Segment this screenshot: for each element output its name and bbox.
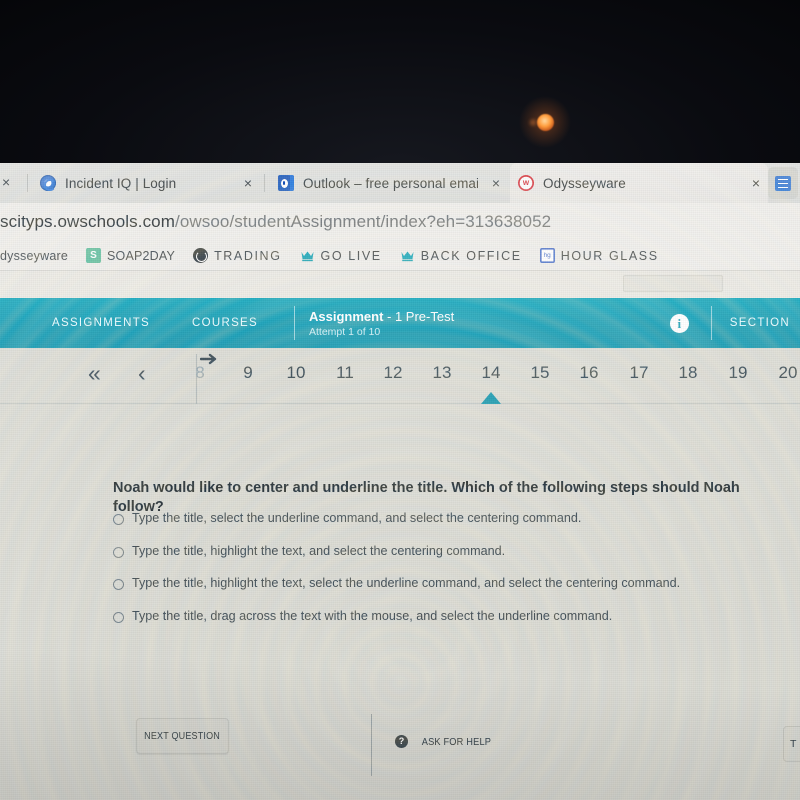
browser-tab-strip: × Incident IQ | Login × Outlook – free p… [0, 163, 800, 203]
photographed-screen: × Incident IQ | Login × Outlook – free p… [0, 0, 800, 800]
footer-divider [371, 714, 372, 776]
pager-number-13[interactable]: 13 [427, 363, 457, 383]
odysseyware-icon [518, 175, 534, 191]
assignment-title-suffix: - 1 Pre-Test [383, 308, 455, 324]
pager-number-16[interactable]: 16 [574, 363, 604, 383]
tab-title: Incident IQ | Login [65, 175, 177, 191]
tab-list-button[interactable] [768, 167, 798, 199]
nav-assignments[interactable]: ASSIGNMENTS [0, 317, 164, 329]
tab-close-partial[interactable]: × [2, 174, 10, 192]
incident-iq-icon [40, 175, 56, 191]
question-pager: « ‹ 8 9 10 11 12 13 14 15 16 17 18 19 20 [0, 348, 800, 404]
answer-option-1[interactable]: Type the title, select the underline com… [113, 511, 773, 527]
question-mark-icon [395, 735, 408, 748]
pager-bottom-rule [0, 403, 800, 404]
globe-icon [193, 248, 209, 263]
browser-tab-odysseyware[interactable]: Odysseyware × [510, 163, 768, 203]
pager-prev-button[interactable]: ‹ [138, 362, 146, 385]
radio-button[interactable] [113, 546, 124, 558]
assignment-title-main: Assignment [309, 308, 384, 324]
assignment-info: Assignment - 1 Pre-Test Attempt 1 of 10 [295, 309, 454, 338]
pager-number-14[interactable]: 14 [476, 363, 506, 383]
answer-option-label: Type the title, highlight the text, sele… [132, 576, 681, 591]
browser-tab-outlook[interactable]: Outlook – free personal email × [270, 163, 508, 203]
url-text: scityps.owschools.com/owsoo/studentAssig… [0, 212, 551, 232]
tab-close-button[interactable]: × [492, 176, 500, 190]
bookmark-label: SOAP2DAY [107, 248, 176, 263]
current-question-marker [481, 392, 501, 404]
pager-number-9[interactable]: 9 [233, 363, 263, 383]
browser-tab-incident-iq[interactable]: Incident IQ | Login × [32, 163, 260, 203]
pager-number-10[interactable]: 10 [281, 363, 311, 383]
answer-option-2[interactable]: Type the title, highlight the text, and … [113, 544, 773, 560]
odysseyware-app-bar: ASSIGNMENTS COURSES Assignment - 1 Pre-T… [0, 298, 800, 348]
bookmarks-bar: dysseyware SOAP2DAY TRADING GO LIVE BACK… [0, 241, 800, 271]
assignment-attempt: Attempt 1 of 10 [309, 325, 381, 338]
answer-options: Type the title, select the underline com… [113, 511, 773, 642]
tab-title: Odysseyware [543, 175, 626, 191]
pager-number-18[interactable]: 18 [673, 363, 703, 383]
tab-title: Outlook – free personal email [303, 175, 478, 191]
bookmark-trading[interactable]: TRADING [184, 248, 290, 263]
bookmark-hour-glass[interactable]: HOUR GLASS [531, 248, 668, 263]
tab-close-button[interactable]: × [752, 176, 760, 190]
bookmark-go-live[interactable]: GO LIVE [291, 248, 391, 263]
bookmark-soap2day[interactable]: SOAP2DAY [77, 248, 184, 263]
radio-button[interactable] [113, 612, 124, 624]
bookmark-label: GO LIVE [320, 248, 382, 263]
answer-option-label: Type the title, select the underline com… [132, 511, 582, 525]
crown-icon [300, 248, 315, 263]
outlook-icon [278, 175, 294, 191]
bookmark-label: HOUR GLASS [560, 248, 659, 263]
question-pager-inner: « ‹ 8 9 10 11 12 13 14 15 16 17 18 19 20 [0, 348, 800, 404]
pager-number-11[interactable]: 11 [330, 363, 360, 383]
assignment-title: Assignment - 1 Pre-Test [309, 309, 454, 324]
pager-first-button[interactable]: « [88, 362, 101, 385]
edge-partial-button-label: T [790, 738, 797, 750]
answer-option-label: Type the title, highlight the text, and … [132, 543, 506, 558]
ask-for-help-button[interactable]: ASK FOR HELP [395, 735, 496, 748]
url-host: scityps.owschools.com [0, 212, 175, 231]
url-path: /owsoo/studentAssignment/index?eh=313638… [175, 212, 552, 231]
tab-close-button[interactable]: × [244, 176, 252, 190]
next-question-label: NEXT QUESTION [144, 730, 221, 742]
radio-button[interactable] [113, 514, 124, 525]
edge-partial-button[interactable]: T [783, 726, 800, 762]
answer-option-4[interactable]: Type the title, drag across the text wit… [113, 609, 773, 625]
tab-list-icon [775, 175, 791, 191]
answer-option-3[interactable]: Type the title, highlight the text, sele… [113, 576, 773, 592]
nav-courses[interactable]: COURSES [164, 317, 272, 329]
tab-divider [27, 174, 28, 192]
pager-number-8[interactable]: 8 [185, 363, 215, 383]
crown-icon [400, 248, 415, 263]
info-icon[interactable] [669, 313, 689, 333]
bookmark-odysseyware[interactable]: dysseyware [0, 249, 77, 263]
bookmark-label: TRADING [214, 248, 282, 263]
page-top-strip [0, 271, 800, 298]
lens-flare [537, 114, 554, 131]
hourglass-icon [539, 248, 555, 263]
address-bar[interactable]: scityps.owschools.com/owsoo/studentAssig… [0, 203, 800, 241]
pager-number-12[interactable]: 12 [378, 363, 408, 383]
pager-number-19[interactable]: 19 [723, 363, 753, 383]
section-label[interactable]: SECTION [712, 317, 800, 329]
scroll-thumb[interactable] [623, 275, 723, 292]
pager-number-20[interactable]: 20 [773, 363, 800, 383]
bookmark-label: dysseyware [0, 248, 68, 263]
tab-divider [264, 174, 265, 192]
radio-button[interactable] [113, 579, 124, 591]
appbar-right-group: SECTION [669, 306, 800, 340]
monitor-bezel [0, 0, 800, 163]
bookmark-label: BACK OFFICE [420, 248, 522, 263]
pager-number-15[interactable]: 15 [525, 363, 555, 383]
bookmark-back-office[interactable]: BACK OFFICE [391, 248, 531, 263]
next-question-button[interactable]: NEXT QUESTION [136, 718, 229, 754]
ask-for-help-label: ASK FOR HELP [421, 735, 492, 748]
web-page: ASSIGNMENTS COURSES Assignment - 1 Pre-T… [0, 271, 800, 800]
soap2day-icon [86, 248, 101, 263]
pager-number-17[interactable]: 17 [624, 363, 654, 383]
answer-option-label: Type the title, drag across the text wit… [132, 609, 613, 624]
